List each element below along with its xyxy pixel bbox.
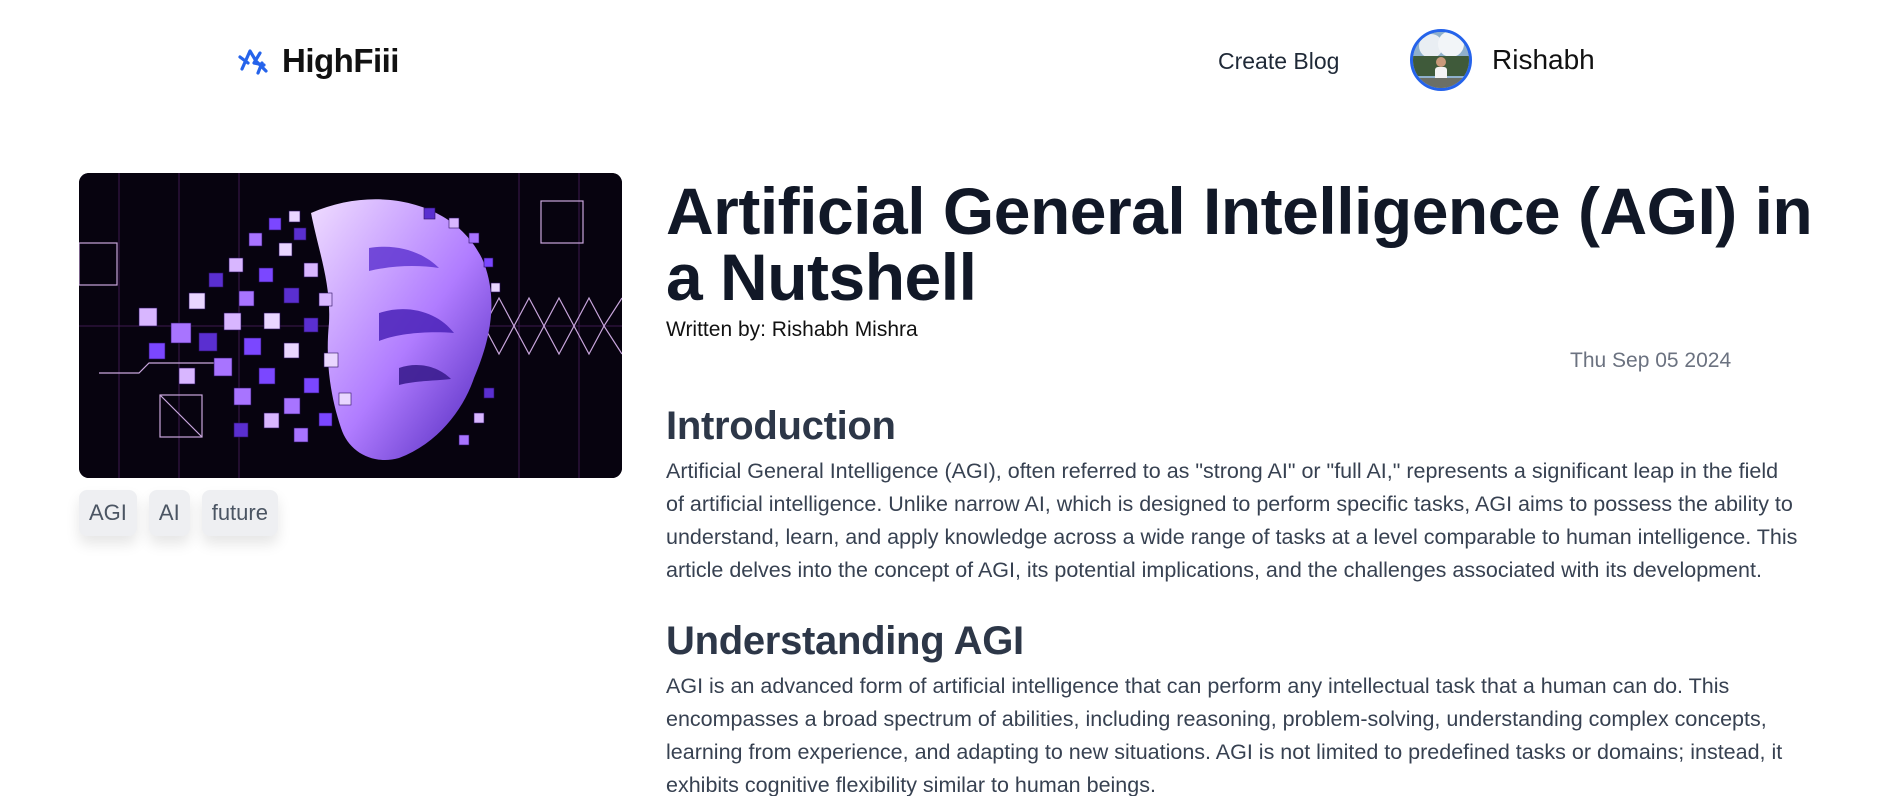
voxel-cube [283, 342, 300, 359]
highfiii-logo-icon [238, 49, 268, 75]
section-body-introduction: Artificial General Intelligence (AGI), o… [666, 459, 1798, 582]
brand-name: HighFiii [282, 42, 399, 79]
voxel-cube [318, 412, 333, 427]
voxel-cube [233, 387, 252, 406]
top-nav: HighFiii Create Blog Rishabh [0, 0, 1877, 125]
voxel-cube [458, 434, 470, 446]
voxel-cube [268, 217, 282, 231]
voxel-cube [263, 312, 281, 330]
voxel-cube [293, 427, 309, 443]
voxel-cube [293, 227, 307, 241]
voxel-cube [283, 287, 300, 304]
voxel-cube [170, 322, 192, 344]
brand-link[interactable]: HighFiii [236, 42, 399, 80]
voxel-cube [258, 267, 274, 283]
voxel-cube [178, 367, 196, 385]
post-cover-image [79, 173, 622, 478]
voxel-cube [448, 217, 460, 229]
voxel-cube [288, 210, 301, 223]
voxel-cube [198, 332, 218, 352]
voxel-cube [243, 337, 262, 356]
voxel-cube [490, 282, 501, 293]
user-name: Rishabh [1492, 44, 1595, 75]
tag-agi[interactable]: AGI [79, 490, 137, 536]
voxel-cube [228, 257, 244, 273]
voxel-cube [303, 317, 319, 333]
tag-ai[interactable]: AI [148, 490, 190, 536]
post-date: Thu Sep 05 2024 [1570, 349, 1732, 372]
avatar-photo [1413, 32, 1469, 88]
voxel-cube [423, 207, 436, 220]
voxel-cube [283, 397, 301, 415]
voxel-cube [138, 307, 158, 327]
voxel-cube [338, 392, 352, 406]
voxel-cube [263, 412, 280, 429]
tag-list: AGI AI future [79, 490, 278, 536]
voxel-cube [248, 232, 263, 247]
post-author: Written by: Rishabh Mishra [666, 318, 918, 341]
voxel-cube [278, 242, 293, 257]
voxel-cube [323, 352, 339, 368]
voxel-cube [258, 367, 276, 385]
voxel-cube [188, 292, 206, 310]
voxel-cube [148, 342, 166, 360]
voxel-cube [238, 290, 255, 307]
voxel-cube [483, 257, 494, 268]
page: HighFiii Create Blog Rishabh AGI AI futu… [0, 0, 1877, 796]
voxel-cube [483, 387, 495, 399]
voxel-cube [303, 377, 320, 394]
post-title: Artificial General Intelligence (AGI) in… [666, 174, 1813, 314]
voxel-cube [233, 422, 249, 438]
voxel-face-illustration [79, 173, 622, 478]
voxel-cube [468, 232, 480, 244]
section-heading-understanding-agi: Understanding AGI [666, 619, 1024, 663]
section-heading-introduction: Introduction [666, 404, 896, 448]
create-blog-link[interactable]: Create Blog [1218, 48, 1339, 75]
voxel-cube [318, 292, 333, 307]
voxel-cube [303, 262, 319, 278]
voxel-cube [208, 272, 224, 288]
voxel-cube [473, 412, 485, 424]
voxel-cube [213, 357, 233, 377]
avatar[interactable] [1410, 29, 1472, 91]
user-menu[interactable]: Rishabh [1410, 29, 1595, 91]
tag-future[interactable]: future [201, 490, 278, 536]
voxel-cube [223, 312, 242, 331]
section-body-understanding-agi: AGI is an advanced form of artificial in… [666, 674, 1783, 796]
